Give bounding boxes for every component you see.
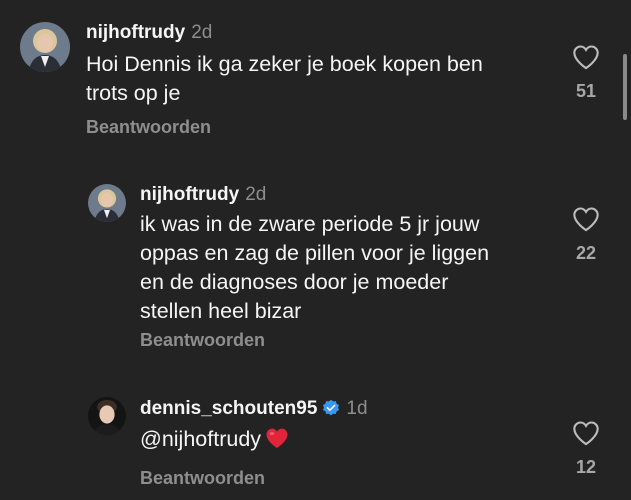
heart-icon[interactable]: [572, 44, 600, 70]
timestamp: 1d: [346, 398, 368, 419]
username[interactable]: dennis_schouten95: [140, 398, 317, 419]
comment-text: Hoi Dennis ik ga zeker je boek kopen ben…: [86, 52, 483, 105]
reply-button[interactable]: Beantwoorden: [86, 117, 211, 138]
like-control: 12: [566, 420, 606, 478]
comment-text: @nijhoftrudy: [140, 425, 560, 454]
mention-link[interactable]: @nijhoftrudy: [140, 427, 261, 451]
avatar[interactable]: [88, 397, 126, 435]
timestamp: 2d: [245, 184, 267, 205]
like-count: 12: [575, 457, 597, 477]
like-control: 51: [566, 44, 606, 102]
comment-text: ik was in de zware periode 5 jr jouw opp…: [140, 212, 490, 323]
avatar[interactable]: [20, 22, 70, 72]
like-control: 22: [566, 206, 606, 264]
like-count: 51: [575, 81, 597, 101]
username[interactable]: nijhoftrudy: [140, 184, 239, 205]
red-heart-emoji-icon: [266, 428, 288, 448]
heart-icon[interactable]: [572, 206, 600, 232]
reply-button[interactable]: Beantwoorden: [140, 468, 265, 489]
like-count: 22: [575, 243, 597, 263]
scrollbar[interactable]: [623, 54, 627, 120]
heart-icon[interactable]: [572, 420, 600, 446]
username[interactable]: nijhoftrudy: [86, 22, 185, 43]
timestamp: 2d: [191, 22, 213, 43]
verified-badge-icon: [323, 399, 340, 416]
reply-button[interactable]: Beantwoorden: [140, 330, 265, 351]
avatar[interactable]: [88, 184, 126, 222]
